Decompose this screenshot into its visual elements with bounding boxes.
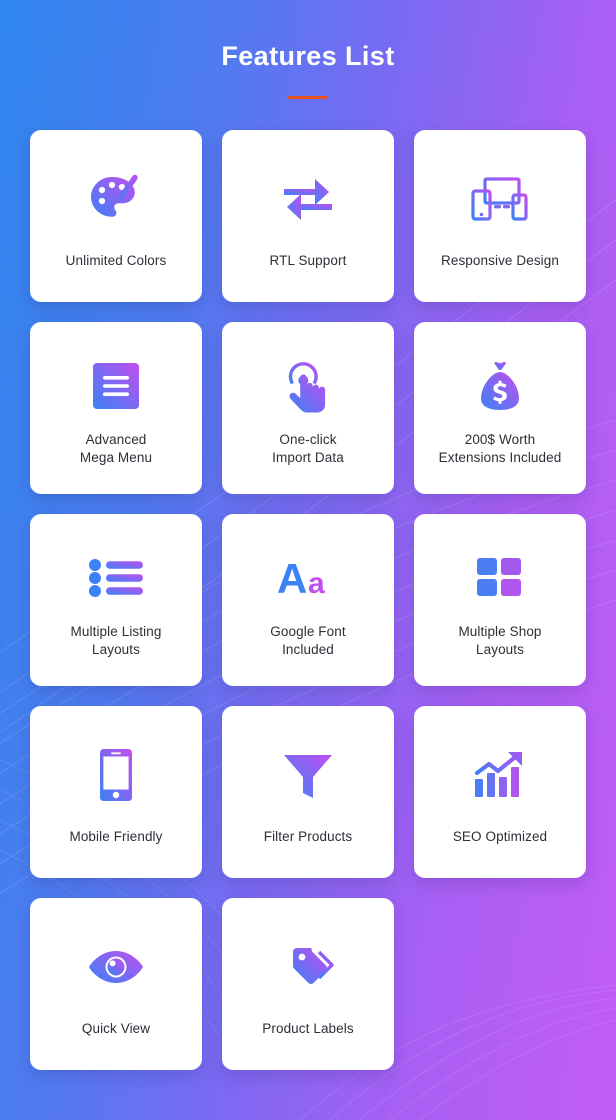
- feature-card-label: Mobile Friendly: [69, 829, 163, 845]
- feature-card[interactable]: Multiple Shop Layouts: [414, 514, 586, 687]
- hamburger-menu-icon: [93, 355, 139, 417]
- feature-card[interactable]: Unlimited Colors: [30, 130, 202, 303]
- feature-card-label: Product Labels: [262, 1021, 354, 1037]
- money-bag-icon: [474, 355, 526, 417]
- title-underline-accent: [288, 96, 328, 100]
- growth-chart-icon: [473, 744, 527, 806]
- feature-card[interactable]: Aa Google Font Included: [222, 514, 394, 687]
- page-header: Features List: [30, 0, 586, 100]
- funnel-icon: [282, 744, 334, 806]
- price-tags-icon: [281, 936, 335, 998]
- feature-card[interactable]: RTL Support: [222, 130, 394, 303]
- palette-icon: [88, 168, 144, 230]
- page-title: Features List: [221, 41, 395, 71]
- feature-card[interactable]: Filter Products: [222, 706, 394, 879]
- smartphone-icon: [100, 744, 132, 806]
- feature-card[interactable]: One-click Import Data: [222, 322, 394, 495]
- feature-card-label: 200$ Worth Extensions Included: [438, 432, 562, 466]
- feature-card[interactable]: Responsive Design: [414, 130, 586, 303]
- eye-icon: [88, 936, 144, 998]
- grid-squares-icon: [477, 547, 523, 609]
- feature-card-label: One-click Import Data: [272, 432, 344, 466]
- feature-card-label: Quick View: [81, 1021, 151, 1037]
- bullet-list-icon: [89, 547, 143, 609]
- feature-card[interactable]: Multiple Listing Layouts: [30, 514, 202, 687]
- tap-hand-icon: [282, 355, 334, 417]
- feature-card-label: Filter Products: [263, 829, 353, 845]
- feature-card-label: RTL Support: [269, 253, 347, 269]
- feature-card[interactable]: SEO Optimized: [414, 706, 586, 879]
- exchange-arrows-icon: [280, 168, 336, 230]
- feature-card-label: Multiple Shop Layouts: [458, 624, 542, 658]
- devices-icon: [469, 168, 531, 230]
- feature-card-label: Advanced Mega Menu: [79, 432, 153, 466]
- feature-card[interactable]: Quick View: [30, 898, 202, 1071]
- feature-card[interactable]: Mobile Friendly: [30, 706, 202, 879]
- features-grid: Unlimited Colors RTL Support Responsive De…: [30, 130, 586, 1071]
- typography-aa-icon: Aa: [277, 547, 339, 609]
- feature-card[interactable]: 200$ Worth Extensions Included: [414, 322, 586, 495]
- svg-text:a: a: [308, 567, 325, 600]
- feature-card-label: Multiple Listing Layouts: [70, 624, 162, 658]
- feature-card-label: Responsive Design: [440, 253, 559, 269]
- feature-card-label: Unlimited Colors: [65, 253, 167, 269]
- feature-card[interactable]: Advanced Mega Menu: [30, 322, 202, 495]
- page-container: Features List Unlimited Colors RTL Suppor…: [0, 0, 616, 1120]
- feature-card-label: SEO Optimized: [452, 829, 548, 845]
- feature-card-label: Google Font Included: [270, 624, 346, 658]
- svg-text:A: A: [277, 555, 307, 601]
- feature-card[interactable]: Product Labels: [222, 898, 394, 1071]
